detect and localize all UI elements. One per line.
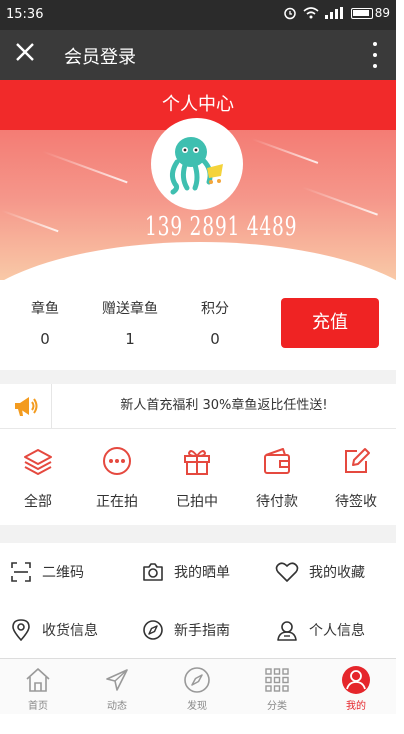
divider <box>0 370 396 384</box>
home-icon <box>26 668 50 692</box>
stat-label: 章鱼 <box>31 301 59 317</box>
tab-home[interactable]: 首页 <box>3 665 73 712</box>
layers-icon <box>24 449 52 475</box>
order-all[interactable]: 全部 <box>3 445 73 511</box>
battery-level: 89 <box>374 6 390 20</box>
more-menu-button[interactable] <box>372 42 378 68</box>
divider <box>0 525 396 543</box>
status-icons: 89 <box>283 6 390 20</box>
tool-my-posts[interactable]: 我的晒单 <box>142 559 230 585</box>
order-to-receive[interactable]: 待签收 <box>321 445 391 511</box>
account-stats: 章鱼 0 赠送章鱼 1 积分 0 充值 <box>0 280 396 370</box>
tab-label: 发现 <box>187 701 207 712</box>
stat-value: 0 <box>210 330 220 348</box>
tool-label: 我的晒单 <box>174 565 230 581</box>
person-icon <box>277 621 297 641</box>
compass-icon <box>143 620 163 640</box>
stat-gift-octopus[interactable]: 赠送章鱼 1 <box>85 298 175 348</box>
tool-label: 新手指南 <box>174 623 230 639</box>
tab-label: 动态 <box>107 701 127 712</box>
tab-label: 首页 <box>28 701 48 712</box>
close-icon <box>16 43 34 61</box>
order-status-row: 全部 正在拍 已拍中 待付款 待签收 <box>0 429 396 525</box>
tab-discover[interactable]: 发现 <box>162 665 232 712</box>
camera-icon <box>143 563 163 581</box>
wallet-icon <box>264 448 290 474</box>
stat-value: 1 <box>125 330 135 348</box>
recharge-button[interactable]: 充值 <box>281 298 379 348</box>
tab-label: 分类 <box>267 701 287 712</box>
alarm-icon <box>283 7 296 20</box>
bottom-tab-bar: 首页 动态 发现 分类 我的 <box>0 658 396 714</box>
status-time: 15:36 <box>6 7 44 22</box>
stat-points[interactable]: 积分 0 <box>170 298 260 348</box>
discover-icon <box>184 667 210 693</box>
scan-icon <box>11 562 31 582</box>
tool-guide[interactable]: 新手指南 <box>142 617 230 643</box>
tab-category[interactable]: 分类 <box>242 665 312 712</box>
order-bidding[interactable]: 正在拍 <box>82 445 152 511</box>
tab-mine[interactable]: 我的 <box>321 665 391 712</box>
order-label: 待付款 <box>256 494 298 510</box>
tool-label: 个人信息 <box>309 623 365 639</box>
battery-icon: 89 <box>350 6 390 20</box>
tool-favorites[interactable]: 我的收藏 <box>275 559 365 585</box>
tool-label: 收货信息 <box>42 623 98 639</box>
gift-icon <box>184 450 210 475</box>
stat-label: 赠送章鱼 <box>102 301 158 317</box>
order-won[interactable]: 已拍中 <box>162 445 232 511</box>
edit-icon <box>345 448 370 473</box>
location-icon <box>12 619 30 641</box>
close-button[interactable] <box>12 41 38 67</box>
order-label: 正在拍 <box>96 494 138 510</box>
wifi-icon <box>303 7 319 19</box>
tab-feed[interactable]: 动态 <box>82 665 152 712</box>
octopus-logo-icon <box>169 137 223 195</box>
tool-address[interactable]: 收货信息 <box>10 617 98 643</box>
notice-text: 新人首充福利 30%章鱼返比任性送! <box>120 398 328 413</box>
order-label: 全部 <box>24 494 52 510</box>
stat-label: 积分 <box>201 301 229 317</box>
tools-grid: 二维码 我的晒单 我的收藏 收货信息 新手指南 个人信息 <box>0 543 396 658</box>
avatar[interactable] <box>151 118 243 210</box>
tool-qrcode[interactable]: 二维码 <box>10 559 84 585</box>
tool-label: 我的收藏 <box>309 565 365 581</box>
send-icon <box>106 669 128 691</box>
tool-label: 二维码 <box>42 565 84 581</box>
tab-label: 我的 <box>346 701 366 712</box>
heart-icon <box>275 562 299 582</box>
order-label: 待签收 <box>335 494 377 510</box>
order-unpaid[interactable]: 待付款 <box>242 445 312 511</box>
dots-circle-icon <box>103 447 131 475</box>
megaphone-icon <box>0 384 52 428</box>
order-label: 已拍中 <box>176 494 218 510</box>
page-title: 会员登录 <box>64 47 136 68</box>
notice-bar[interactable]: 新人首充福利 30%章鱼返比任性送! <box>0 384 396 428</box>
grid-icon <box>265 668 289 692</box>
title-bar: 会员登录 <box>0 30 396 80</box>
user-phone-number: 139 2891 4489 <box>145 212 298 242</box>
tool-profile[interactable]: 个人信息 <box>275 617 365 643</box>
signal-icon <box>324 7 343 19</box>
stat-octopus[interactable]: 章鱼 0 <box>0 298 90 348</box>
status-bar: 15:36 89 <box>0 0 396 30</box>
stat-value: 0 <box>40 330 50 348</box>
user-icon <box>342 666 370 694</box>
